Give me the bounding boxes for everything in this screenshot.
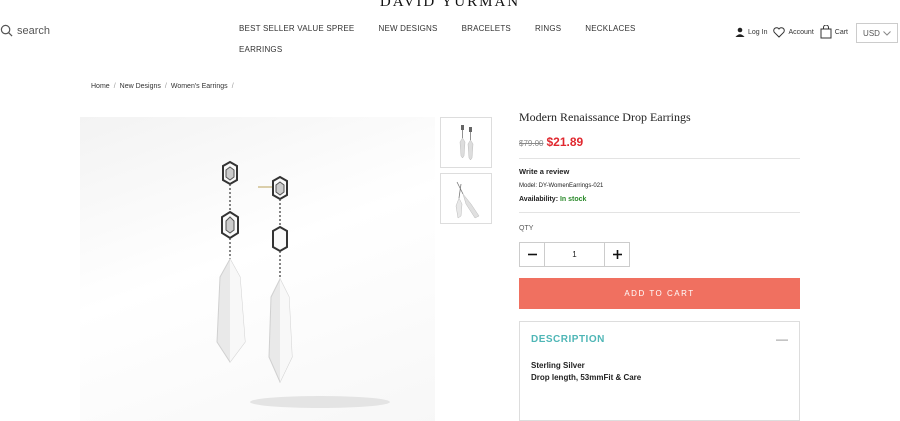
main-nav: BEST SELLER VALUE SPREE NEW DESIGNS BRAC… bbox=[239, 24, 639, 54]
nav-item-new-designs[interactable]: NEW DESIGNS bbox=[378, 24, 437, 33]
quantity-input[interactable]: 1 bbox=[545, 243, 604, 266]
decrease-qty-button[interactable] bbox=[520, 243, 545, 266]
availability-status: In stock bbox=[559, 196, 587, 203]
user-icon bbox=[735, 27, 745, 37]
breadcrumb-new-designs[interactable]: New Designs bbox=[120, 83, 161, 90]
add-to-cart-button[interactable]: ADD TO CART bbox=[519, 278, 800, 309]
qty-label: QTY bbox=[519, 225, 534, 232]
breadcrumb-separator: / bbox=[164, 83, 167, 90]
search-placeholder: search bbox=[17, 24, 51, 37]
chevron-down-icon bbox=[883, 30, 891, 36]
nav-item-necklaces[interactable]: NECKLACES bbox=[585, 24, 635, 33]
product-thumbnail[interactable] bbox=[440, 173, 492, 224]
breadcrumb-separator: / bbox=[113, 83, 116, 90]
earrings-thumbnail-image bbox=[455, 181, 480, 219]
account-link[interactable]: Account bbox=[773, 26, 814, 38]
nav-item-bracelets[interactable]: BRACELETS bbox=[462, 24, 511, 33]
increase-qty-button[interactable] bbox=[604, 243, 629, 266]
model-number: Model: DY-WomenEarrings-021 bbox=[519, 183, 604, 189]
price-block: $79.00 $21.89 bbox=[519, 135, 800, 149]
description-title: DESCRIPTION bbox=[531, 333, 605, 345]
user-menu: Log In Account Cart bbox=[735, 25, 854, 39]
search-icon bbox=[0, 24, 13, 37]
login-link[interactable]: Log In bbox=[735, 27, 767, 37]
product-details: Modern Renaissance Drop Earrings $79.00 … bbox=[519, 110, 800, 421]
description-header[interactable]: DESCRIPTION — bbox=[531, 332, 788, 346]
breadcrumb-home[interactable]: Home bbox=[91, 83, 110, 90]
search-input[interactable]: search bbox=[0, 24, 50, 37]
description-panel: DESCRIPTION — Sterling Silver Drop lengt… bbox=[519, 321, 800, 421]
availability: Availability: In stock bbox=[519, 196, 800, 203]
product-thumbnail[interactable] bbox=[440, 117, 492, 168]
login-label: Log In bbox=[748, 28, 768, 36]
write-review-link[interactable]: Write a review bbox=[519, 167, 800, 176]
cart-link[interactable]: Cart bbox=[820, 25, 848, 39]
currency-select[interactable]: USD bbox=[856, 23, 898, 43]
breadcrumb-separator: / bbox=[231, 83, 234, 90]
nav-item-rings[interactable]: RINGS bbox=[535, 24, 561, 33]
quantity-stepper: 1 bbox=[519, 242, 630, 267]
bag-icon bbox=[820, 25, 832, 39]
divider bbox=[519, 158, 800, 159]
product-main-image[interactable] bbox=[80, 117, 435, 421]
sale-price: $21.89 bbox=[546, 135, 584, 149]
breadcrumb-womens-earrings[interactable]: Women's Earrings bbox=[171, 83, 228, 90]
description-line: Drop length, 53mmFit & Care bbox=[531, 373, 642, 382]
account-label: Account bbox=[788, 28, 814, 36]
currency-value: USD bbox=[863, 28, 880, 38]
brand-logo[interactable]: DAVID YURMAN bbox=[0, 0, 900, 11]
nav-item-earrings[interactable]: EARRINGS bbox=[239, 45, 282, 54]
collapse-toggle-icon[interactable]: — bbox=[776, 332, 788, 346]
heart-icon bbox=[773, 26, 786, 38]
nav-item-best-seller[interactable]: BEST SELLER VALUE SPREE bbox=[239, 24, 354, 33]
description-body: Sterling Silver Drop length, 53mmFit & C… bbox=[531, 360, 788, 384]
divider bbox=[519, 212, 800, 213]
breadcrumb: Home / New Designs / Women's Earrings / bbox=[91, 83, 234, 90]
minus-icon bbox=[527, 253, 537, 256]
availability-label: Availability: bbox=[519, 196, 559, 203]
earrings-thumbnail-image bbox=[459, 125, 474, 161]
earrings-illustration bbox=[216, 160, 390, 408]
product-title: Modern Renaissance Drop Earrings bbox=[519, 110, 691, 124]
plus-icon bbox=[612, 250, 622, 259]
description-line: Sterling Silver bbox=[531, 361, 585, 370]
cart-label: Cart bbox=[834, 28, 848, 36]
old-price: $79.00 bbox=[519, 139, 544, 148]
